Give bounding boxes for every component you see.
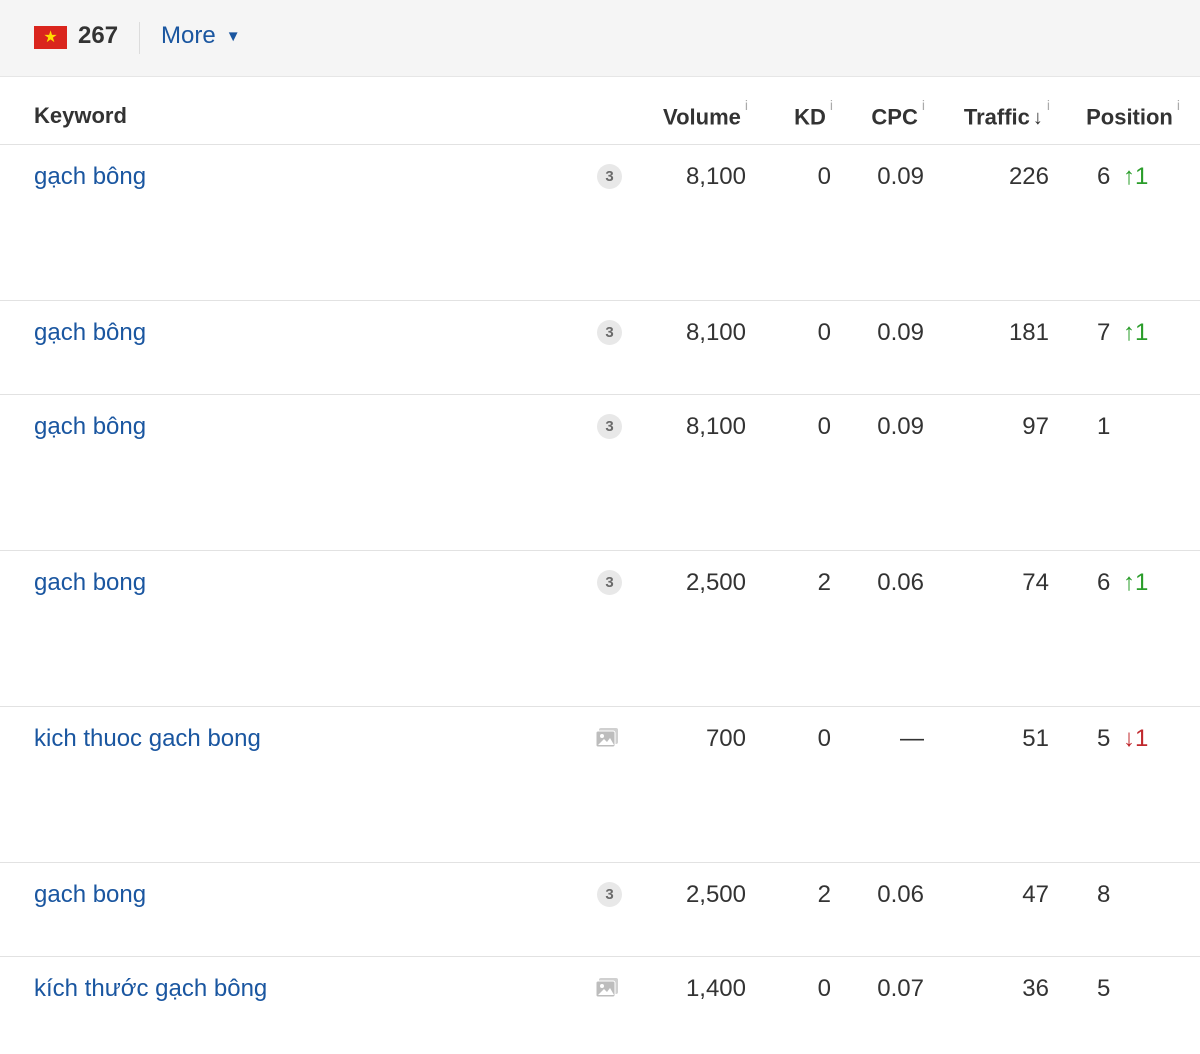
serp-features-badge[interactable]: 3: [597, 320, 622, 345]
cpc-value: 0.06: [877, 881, 924, 908]
position-value: 7: [1097, 319, 1111, 346]
serp-features-badge[interactable]: 3: [597, 570, 622, 595]
traffic-value: 51: [1022, 725, 1049, 752]
position-value: 6: [1097, 163, 1111, 190]
traffic-value: 181: [1008, 319, 1049, 346]
traffic-value: 36: [1022, 975, 1049, 1002]
info-icon[interactable]: i: [1047, 97, 1050, 113]
kd-value: 2: [817, 569, 831, 596]
serp-features-badge[interactable]: 3: [597, 414, 622, 439]
position-value: 6: [1097, 569, 1111, 596]
image-pack-icon[interactable]: [595, 727, 619, 749]
volume-value: 8,100: [685, 163, 746, 190]
position-value: 1: [1097, 413, 1111, 440]
position-value: 8: [1097, 881, 1111, 908]
info-icon[interactable]: i: [1177, 97, 1180, 113]
kd-value: 0: [817, 163, 831, 190]
kd-value: 0: [817, 725, 831, 752]
keyword-link[interactable]: kích thước gạch bông: [34, 975, 267, 1003]
volume-value: 2,500: [685, 569, 746, 596]
info-icon[interactable]: i: [922, 97, 925, 113]
info-icon[interactable]: i: [745, 97, 748, 113]
table-row: gach bong 3 2,500 2 0.06 47 8: [0, 863, 1200, 957]
table-row: kích thước gạch bông 1,400 0 0.07 36 5: [0, 957, 1200, 1054]
cpc-value: 0.07: [877, 975, 924, 1002]
kd-value: 0: [817, 975, 831, 1002]
column-position[interactable]: Position i: [1086, 97, 1180, 130]
traffic-value: 226: [1008, 163, 1049, 190]
image-pack-icon[interactable]: [595, 977, 619, 999]
cpc-value: —: [900, 725, 924, 752]
keyword-link[interactable]: gạch bông: [34, 413, 146, 441]
volume-value: 2,500: [685, 881, 746, 908]
table-header: Keyword Volume i KD i CPC i Traffic ↓i Posit…: [0, 77, 1200, 145]
volume-value: 1,400: [685, 975, 746, 1002]
position-value: 5: [1097, 725, 1111, 752]
kd-value: 0: [817, 413, 831, 440]
cpc-value: 0.09: [877, 319, 924, 346]
keyword-link[interactable]: gach bong: [34, 569, 146, 597]
kd-value: 0: [817, 319, 831, 346]
table-row: kich thuoc gach bong 700 0 — 51 5 ↓1: [0, 707, 1200, 863]
caret-down-icon: ▼: [225, 27, 241, 45]
info-icon[interactable]: i: [830, 97, 833, 113]
table-row: gạch bông 3 8,100 0 0.09 97 1: [0, 395, 1200, 551]
traffic-value: 74: [1022, 569, 1049, 596]
column-traffic[interactable]: Traffic ↓i: [964, 97, 1050, 130]
keyword-link[interactable]: kich thuoc gach bong: [34, 725, 261, 753]
cpc-value: 0.06: [877, 569, 924, 596]
more-dropdown[interactable]: More ▼: [161, 22, 241, 50]
position-change: ↑1: [1123, 163, 1149, 190]
cpc-value: 0.09: [877, 413, 924, 440]
volume-value: 8,100: [685, 319, 746, 346]
volume-value: 8,100: [685, 413, 746, 440]
traffic-value: 97: [1022, 413, 1049, 440]
position-value: 5: [1097, 975, 1111, 1002]
table-row: gach bong 3 2,500 2 0.06 74 6 ↑1: [0, 551, 1200, 707]
keyword-link[interactable]: gach bong: [34, 881, 146, 909]
position-change: ↑1: [1123, 569, 1149, 596]
table-row: gạch bông 3 8,100 0 0.09 181 7 ↑1: [0, 301, 1200, 395]
position-change: ↑1: [1123, 319, 1149, 346]
serp-features-badge[interactable]: 3: [597, 164, 622, 189]
column-keyword[interactable]: Keyword: [34, 103, 127, 129]
volume-value: 700: [705, 725, 746, 752]
divider: [139, 22, 140, 54]
serp-features-badge[interactable]: 3: [597, 882, 622, 907]
sort-desc-icon: ↓: [1032, 107, 1043, 130]
vietnam-flag-icon: ★: [34, 26, 67, 49]
column-kd[interactable]: KD i: [794, 97, 833, 130]
cpc-value: 0.09: [877, 163, 924, 190]
traffic-value: 47: [1022, 881, 1049, 908]
top-bar: ★ 267 More ▼: [0, 0, 1200, 77]
column-cpc[interactable]: CPC i: [871, 97, 925, 130]
country-keyword-count: 267: [78, 22, 119, 49]
position-change: ↓1: [1123, 725, 1149, 752]
more-label: More: [161, 22, 216, 49]
keyword-link[interactable]: gạch bông: [34, 163, 146, 191]
kd-value: 2: [817, 881, 831, 908]
keyword-link[interactable]: gạch bông: [34, 319, 146, 347]
table-row: gạch bông 3 8,100 0 0.09 226 6 ↑1: [0, 145, 1200, 301]
column-volume[interactable]: Volume i: [663, 97, 748, 130]
